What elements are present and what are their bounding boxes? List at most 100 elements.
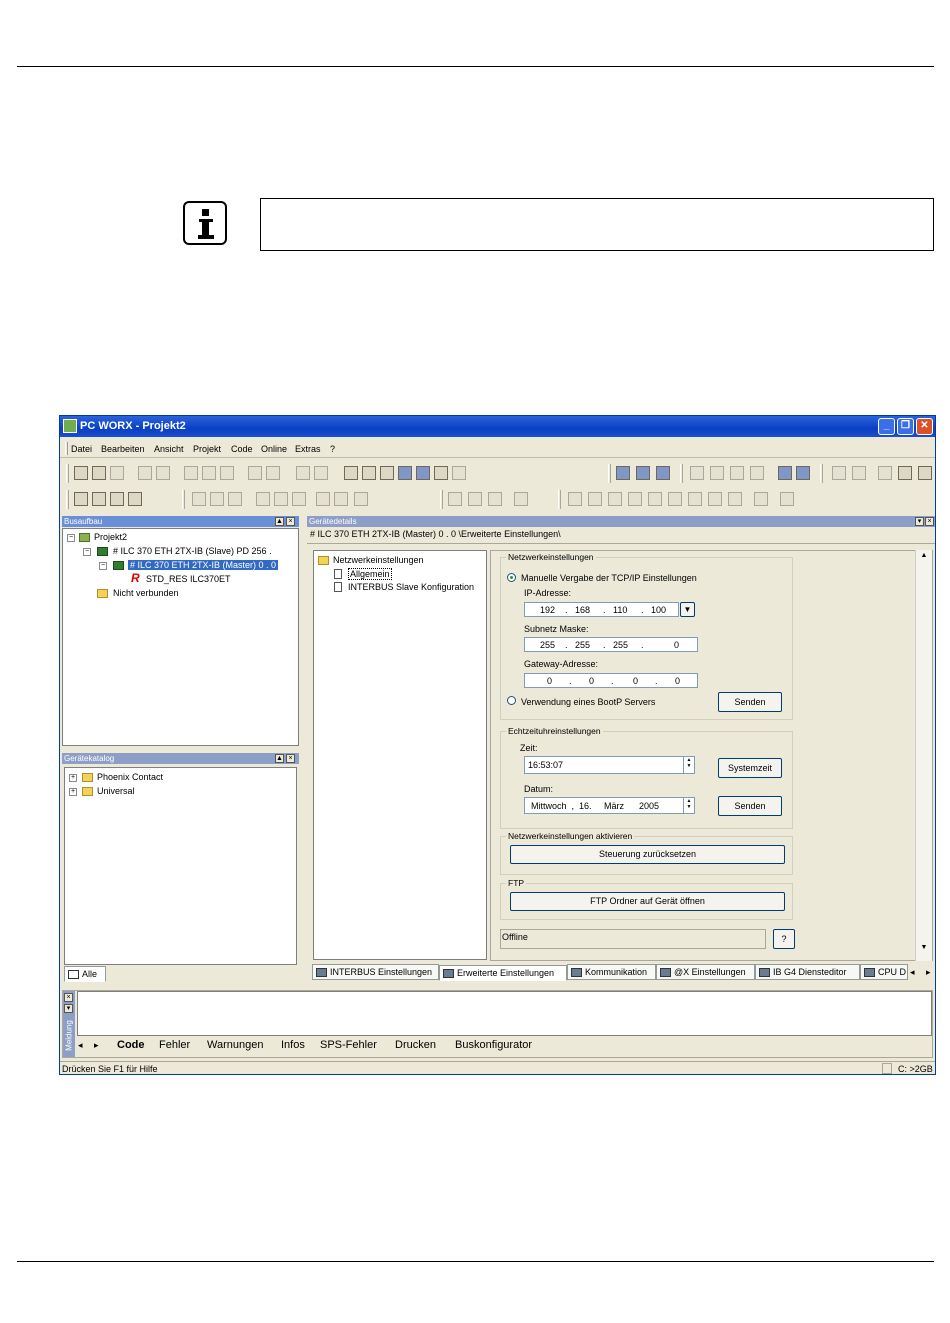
ip-dropdown-icon[interactable]: ▼	[680, 602, 695, 617]
message-close-button[interactable]: ×	[64, 993, 73, 1002]
details-scrollbar[interactable]: ▲ ▼	[915, 550, 932, 961]
print-icon[interactable]	[156, 466, 170, 480]
manual-radio[interactable]	[507, 573, 516, 582]
window-icon[interactable]	[344, 466, 358, 480]
table-icon[interactable]	[918, 466, 932, 480]
date-field[interactable]: Mittwoch , 16. März 2005 ▲ ▼	[524, 797, 695, 814]
message-menu-button[interactable]: ▾	[64, 1004, 73, 1013]
ld-c-icon[interactable]	[608, 492, 622, 506]
ld-i-icon[interactable]	[728, 492, 742, 506]
ld-h-icon[interactable]	[708, 492, 722, 506]
open-icon[interactable]	[92, 466, 106, 480]
ip-field[interactable]: 192 . 168 . 110 . 100	[524, 602, 679, 617]
ld-a-icon[interactable]	[568, 492, 582, 506]
details-menu-button[interactable]: ▾	[915, 517, 924, 526]
panel-close-button[interactable]: ×	[286, 517, 295, 526]
ld-j-icon[interactable]	[754, 492, 768, 506]
ftp-open-button[interactable]: FTP Ordner auf Gerät öffnen	[510, 892, 785, 911]
details-tree-allgemein[interactable]: Allgemein	[348, 568, 392, 580]
find-icon[interactable]	[192, 492, 206, 506]
bootp-radio[interactable]	[507, 696, 516, 705]
view-c-icon[interactable]	[656, 466, 670, 480]
tab-interbus[interactable]: INTERBUS Einstellungen	[312, 964, 439, 980]
link-f-icon[interactable]	[354, 492, 368, 506]
message-area[interactable]	[77, 991, 932, 1036]
gateway-field[interactable]: 0 . 0 . 0 . 0	[524, 673, 698, 688]
tab-ib-g4[interactable]: IB G4 Diensteditor	[755, 964, 860, 980]
katalog-item-phoenix[interactable]: Phoenix Contact	[97, 772, 163, 782]
time-spinner[interactable]: ▲ ▼	[683, 757, 694, 773]
minimize-button[interactable]: _	[878, 418, 895, 435]
bus-c-icon[interactable]	[488, 492, 502, 506]
insert-b-icon[interactable]	[92, 492, 106, 506]
contact-icon[interactable]	[878, 466, 892, 480]
pointer-icon[interactable]	[210, 492, 224, 506]
tool-d-icon[interactable]	[690, 466, 704, 480]
panel-menu-button[interactable]: ▲	[275, 517, 284, 526]
debug-icon[interactable]	[778, 466, 792, 480]
menu-projekt[interactable]: Projekt	[193, 444, 221, 454]
katalog-item-universal[interactable]: Universal	[97, 786, 135, 796]
link-b-icon[interactable]	[274, 492, 288, 506]
network-icon[interactable]	[398, 466, 412, 480]
menu-datei[interactable]: Datei	[71, 444, 92, 454]
link-a-icon[interactable]	[256, 492, 270, 506]
details-tree-interbus-slave[interactable]: INTERBUS Slave Konfiguration	[348, 582, 474, 592]
zoom-out-icon[interactable]	[314, 466, 328, 480]
ld-b-icon[interactable]	[588, 492, 602, 506]
details-tree-network[interactable]: Netzwerkeinstellungen	[333, 555, 424, 565]
cold-start-icon[interactable]	[796, 466, 810, 480]
message-scroll-left-icon[interactable]: ◂	[78, 1040, 83, 1051]
tab-erweitert[interactable]: Erweiterte Einstellungen	[439, 965, 567, 981]
tab-cpu[interactable]: CPU D	[860, 964, 908, 980]
help-button[interactable]: ?	[773, 929, 795, 949]
tool-g-icon[interactable]	[750, 466, 764, 480]
ld-k-icon[interactable]	[780, 492, 794, 506]
message-scroll-right-icon[interactable]: ▸	[94, 1040, 99, 1051]
tool-e-icon[interactable]	[710, 466, 724, 480]
tool-f-icon[interactable]	[730, 466, 744, 480]
systemzeit-button[interactable]: Systemzeit	[718, 758, 782, 778]
build-icon[interactable]	[452, 466, 466, 480]
wand-icon[interactable]	[380, 466, 394, 480]
stop-icon[interactable]	[852, 466, 866, 480]
monitor-icon[interactable]	[434, 466, 448, 480]
layout-icon[interactable]	[362, 466, 376, 480]
panel-close-button[interactable]: ×	[286, 754, 295, 763]
reset-controller-button[interactable]: Steuerung zurücksetzen	[510, 845, 785, 864]
preview-icon[interactable]	[138, 466, 152, 480]
view-b-icon[interactable]	[636, 466, 650, 480]
tree-item-slave[interactable]: # ILC 370 ETH 2TX-IB (Slave) PD 256 .	[113, 546, 272, 556]
network-send-button[interactable]: Senden	[718, 692, 782, 712]
tree-item-unconnected[interactable]: Nicht verbunden	[113, 588, 179, 598]
line-icon[interactable]	[228, 492, 242, 506]
bus-a-icon[interactable]	[448, 492, 462, 506]
expand-icon[interactable]: −	[83, 548, 91, 556]
zoom-in-icon[interactable]	[296, 466, 310, 480]
panel-icon[interactable]	[898, 466, 912, 480]
tree-item-projekt2[interactable]: Projekt2	[94, 532, 127, 542]
redo-icon[interactable]	[266, 466, 280, 480]
menu-extras[interactable]: Extras	[295, 444, 321, 454]
insert-c-icon[interactable]	[110, 492, 124, 506]
ld-d-icon[interactable]	[628, 492, 642, 506]
compile-icon[interactable]	[416, 466, 430, 480]
expand-icon[interactable]: −	[99, 562, 107, 570]
tab-scroll-left-icon[interactable]: ◂	[910, 967, 915, 978]
mask-field[interactable]: 255 . 255 . 255 . 0	[524, 637, 698, 652]
tab-scroll-right-icon[interactable]: ▸	[926, 967, 931, 978]
scroll-up-icon[interactable]: ▲	[917, 552, 931, 566]
cut-icon[interactable]	[184, 466, 198, 480]
menu-bearbeiten[interactable]: Bearbeiten	[101, 444, 145, 454]
menu-ansicht[interactable]: Ansicht	[154, 444, 184, 454]
tree-item-master[interactable]: # ILC 370 ETH 2TX-IB (Master) 0 . 0	[128, 560, 279, 570]
copy-icon[interactable]	[202, 466, 216, 480]
ld-e-icon[interactable]	[648, 492, 662, 506]
expand-icon[interactable]: +	[69, 774, 77, 782]
restore-button[interactable]: ❐	[897, 418, 914, 435]
new-icon[interactable]	[74, 466, 88, 480]
expand-icon[interactable]: −	[67, 534, 75, 542]
bus-d-icon[interactable]	[514, 492, 528, 506]
insert-d-icon[interactable]	[128, 492, 142, 506]
menu-online[interactable]: Online	[261, 444, 287, 454]
